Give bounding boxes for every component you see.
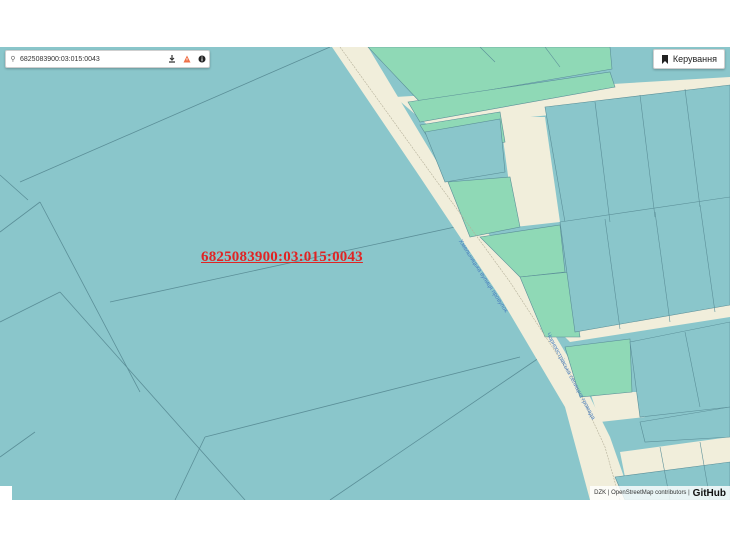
bookmark-icon <box>661 54 668 64</box>
download-icon <box>168 55 175 63</box>
parcel-label[interactable]: 6825083900:03:015:0043 <box>201 249 363 266</box>
scale-box <box>0 486 12 500</box>
attribution: DZK | OpenStreetMap contributors | GitHu… <box>590 486 730 500</box>
controls-label: Керування <box>672 54 717 64</box>
info-icon <box>198 55 205 63</box>
download-button[interactable] <box>164 51 179 67</box>
search-input[interactable] <box>20 55 164 63</box>
controls-button[interactable]: Керування <box>652 49 725 69</box>
map-canvas[interactable]: Хмельницька вулиця провулок Чорноострівс… <box>0 47 730 500</box>
attribution-text[interactable]: DZK | OpenStreetMap contributors | <box>594 490 690 496</box>
info-button[interactable] <box>194 51 209 67</box>
warning-button[interactable] <box>179 51 194 67</box>
map-layers <box>0 47 730 500</box>
warning-icon <box>183 55 190 63</box>
search-icon: ⚲ <box>10 56 16 63</box>
search-box: ⚲ <box>5 50 210 68</box>
github-link[interactable]: GitHub <box>693 488 726 499</box>
